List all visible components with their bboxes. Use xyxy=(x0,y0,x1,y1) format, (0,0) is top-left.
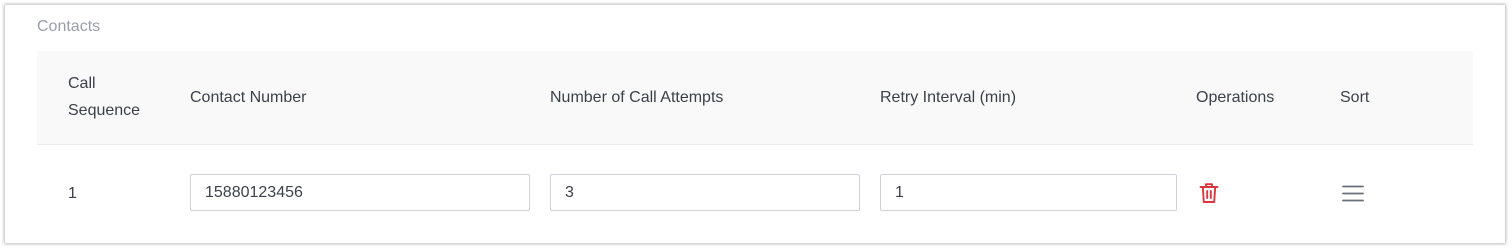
retry-interval-input[interactable] xyxy=(880,174,1177,211)
call-sequence-value: 1 xyxy=(68,185,77,202)
table-header: Call Sequence Contact Number Number of C… xyxy=(37,51,1473,145)
header-retry-interval: Retry Interval (min) xyxy=(880,89,1017,106)
trash-icon[interactable] xyxy=(1199,182,1219,209)
table-row: 1 xyxy=(37,145,1473,243)
drag-handle-icon[interactable] xyxy=(1342,185,1364,207)
contacts-panel: Contacts Call Sequence Contact Number Nu… xyxy=(5,5,1505,243)
section-title: Contacts xyxy=(37,18,101,35)
header-operations: Operations xyxy=(1196,89,1275,106)
header-sort: Sort xyxy=(1340,89,1370,106)
header-call-sequence-line2: Sequence xyxy=(68,102,141,119)
header-contact-number: Contact Number xyxy=(190,89,307,106)
contact-number-input[interactable] xyxy=(190,174,530,211)
header-call-attempts: Number of Call Attempts xyxy=(550,89,724,106)
header-call-sequence: Call Sequence xyxy=(68,70,140,124)
call-attempts-input[interactable] xyxy=(550,174,860,211)
header-call-sequence-line1: Call xyxy=(68,75,96,92)
